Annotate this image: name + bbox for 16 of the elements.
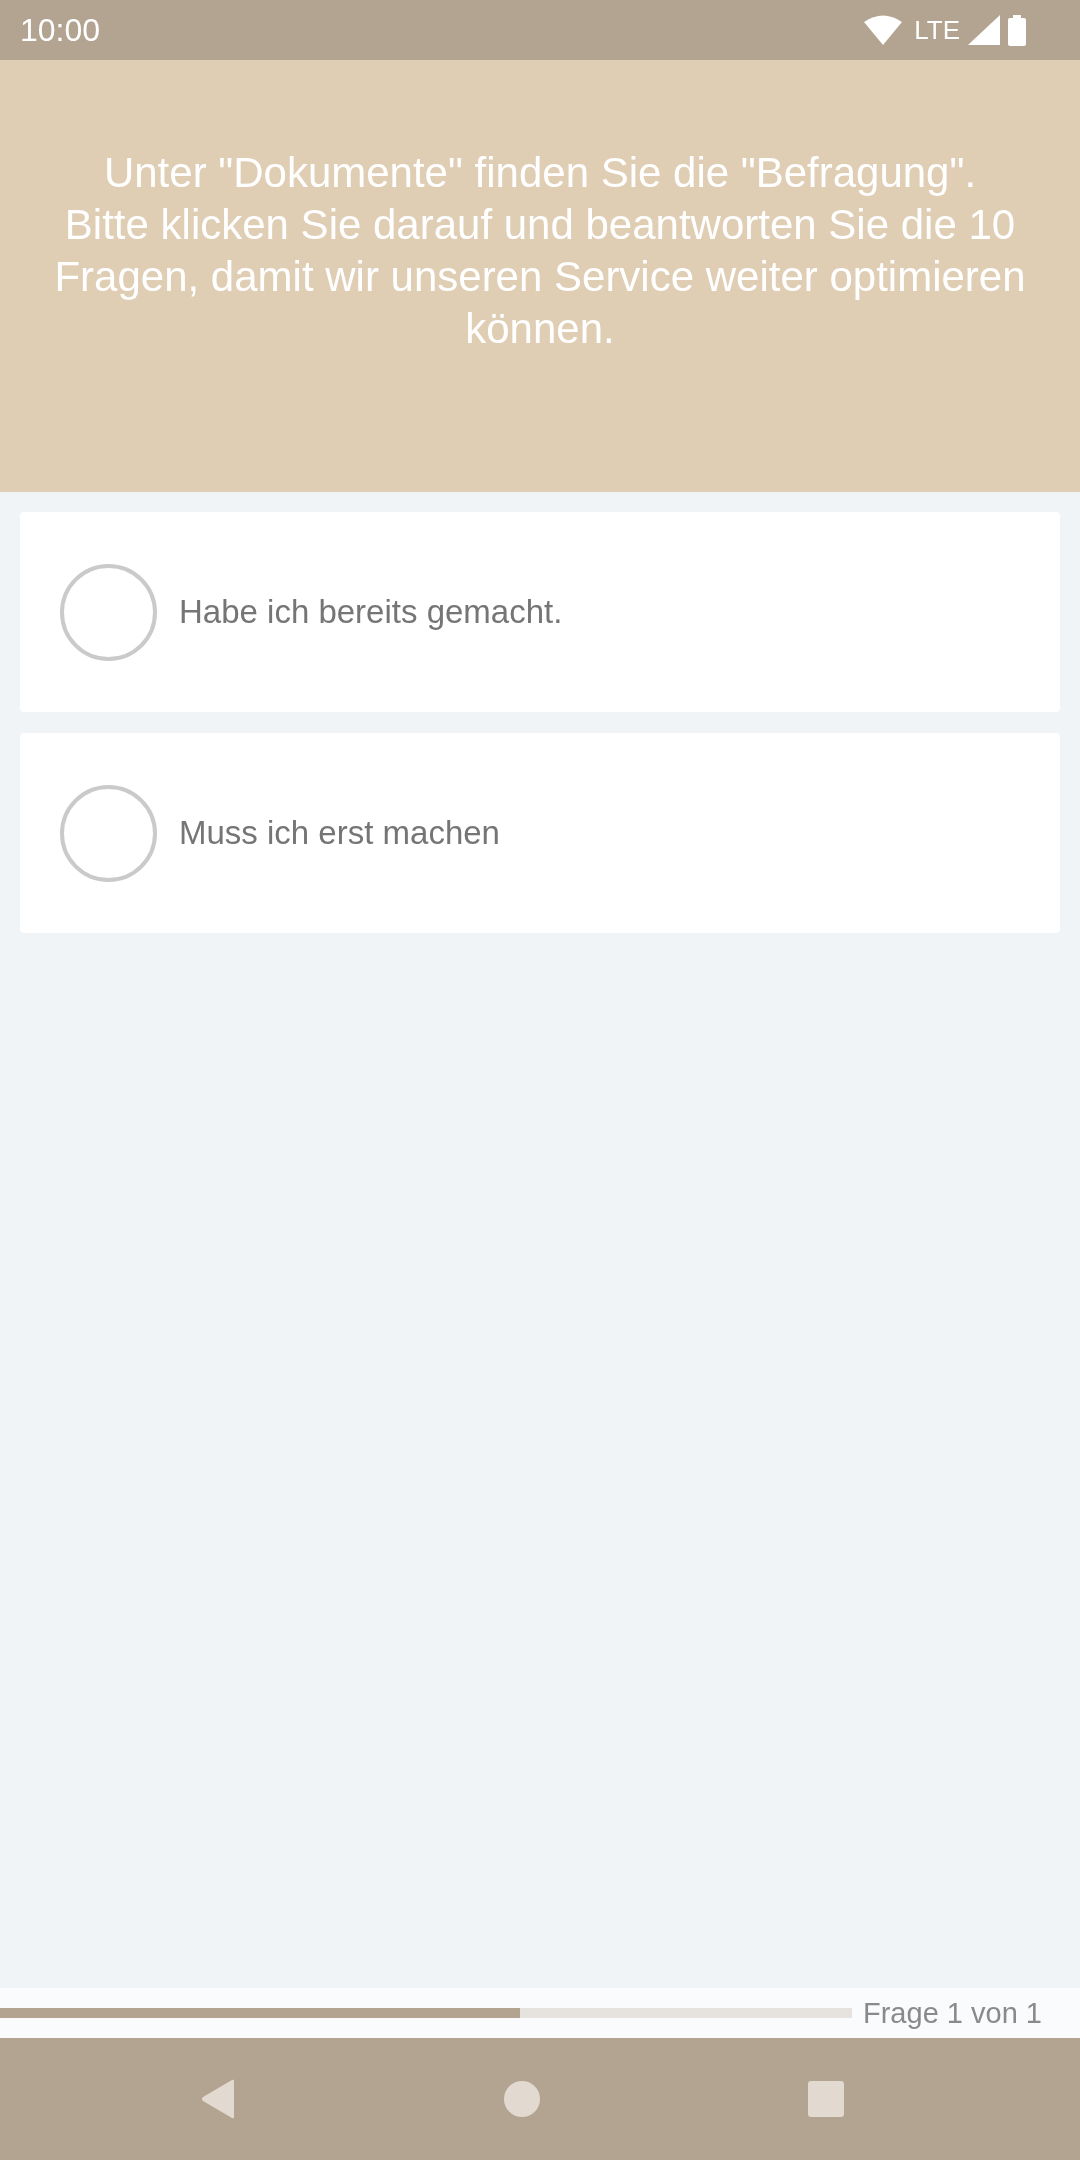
home-icon[interactable] xyxy=(504,2081,540,2117)
radio-button[interactable] xyxy=(60,563,157,661)
answer-option[interactable]: Habe ich bereits gemacht. xyxy=(20,512,1060,712)
clock-time: 10:00 xyxy=(20,11,101,49)
answer-option[interactable]: Muss ich erst machen xyxy=(20,733,1060,933)
option-label: Muss ich erst machen xyxy=(179,814,500,852)
battery-icon xyxy=(1008,14,1026,46)
radio-button[interactable] xyxy=(60,784,157,882)
recents-icon[interactable] xyxy=(808,2081,844,2117)
instruction-text: Unter "Dokumente" finden Sie die "Befragung". Bitte klicken Sie darauf und beantworten Sie die 10 Fragen, damit wir unseren Service weiter optimieren können. xyxy=(53,148,1027,354)
back-icon[interactable] xyxy=(200,2079,236,2119)
progress-label: Frage 1 von 1 xyxy=(863,1996,1042,2030)
signal-icon xyxy=(968,15,1000,45)
option-label: Habe ich bereits gemacht. xyxy=(179,593,563,631)
network-type: LTE xyxy=(914,14,960,46)
wifi-icon xyxy=(864,15,903,45)
